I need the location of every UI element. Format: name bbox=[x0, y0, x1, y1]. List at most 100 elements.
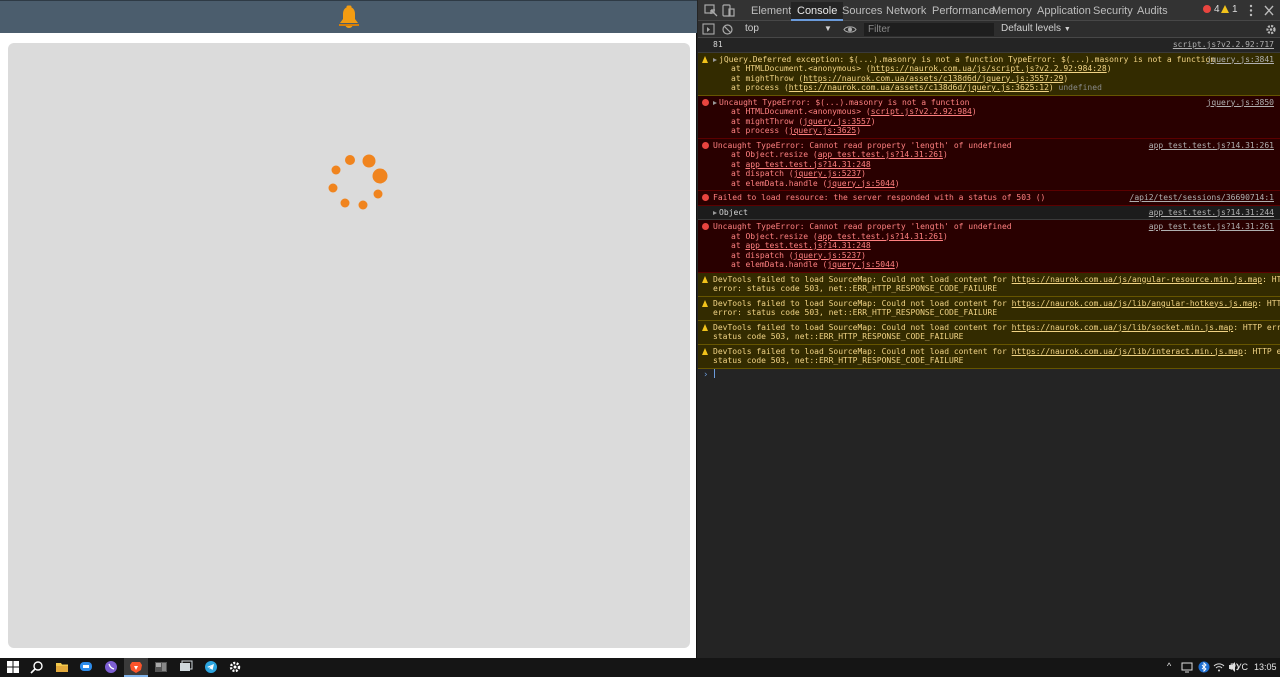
console-prompt[interactable]: › bbox=[698, 368, 1280, 381]
settings-icon[interactable] bbox=[228, 660, 242, 674]
stack-text: at bbox=[731, 241, 746, 250]
inspect-element-icon[interactable] bbox=[704, 4, 718, 17]
stack-link[interactable]: script.js?v2.2.92:984 bbox=[871, 107, 972, 116]
loading-spinner bbox=[328, 154, 388, 210]
error-icon bbox=[702, 223, 709, 230]
language-indicator[interactable]: РУС bbox=[1230, 662, 1248, 672]
console-warning-row: jQuery.Deferred exception: $(...).masonr… bbox=[698, 52, 1280, 96]
log-levels-dropdown[interactable]: Default levels ▼ bbox=[1001, 23, 1071, 34]
stack-text: at elemData.handle ( bbox=[731, 178, 828, 188]
expand-triangle-icon[interactable] bbox=[713, 57, 717, 62]
stack-link[interactable]: https://naurok.com.ua/assets/c138d6d/jqu… bbox=[789, 83, 1049, 92]
warning-message: error: status code 503, net::ERR_HTTP_RE… bbox=[713, 284, 998, 293]
stack-text: at bbox=[731, 159, 746, 169]
source-link[interactable]: app_test.test.js?14.31:261 bbox=[1149, 141, 1274, 151]
wifi-icon[interactable] bbox=[1213, 661, 1225, 673]
warning-message: : HTTP bbox=[1262, 274, 1280, 284]
console-error-row: Uncaught TypeError: Cannot read property… bbox=[698, 220, 1280, 273]
sidebar-toggle-icon[interactable] bbox=[702, 23, 716, 36]
stack-text: at dispatch ( bbox=[731, 250, 794, 260]
console-error-row: Uncaught TypeError: $(...).masonry is no… bbox=[698, 95, 1280, 139]
stack-link[interactable]: https://naurok.com.ua/js/script.js?v2.2.… bbox=[871, 64, 1107, 73]
source-link[interactable]: script.js?v2.2.92:717 bbox=[1173, 40, 1274, 50]
source-link[interactable]: app_test.test.js?14.31:244 bbox=[1149, 208, 1274, 218]
expand-triangle-icon[interactable] bbox=[713, 210, 717, 215]
telegram-icon[interactable] bbox=[204, 660, 218, 674]
page-header bbox=[0, 0, 697, 33]
eye-icon[interactable] bbox=[843, 23, 857, 36]
sourcemap-link[interactable]: https://naurok.com.ua/js/angular-resourc… bbox=[1012, 275, 1262, 284]
clock[interactable]: 13:05 bbox=[1254, 662, 1277, 672]
brave-browser-icon[interactable] bbox=[129, 660, 143, 674]
stack-text: at process ( bbox=[731, 83, 789, 92]
stack-link[interactable]: jquery.js:5237 bbox=[794, 251, 861, 260]
sourcemap-link[interactable]: https://naurok.com.ua/js/lib/socket.min.… bbox=[1012, 323, 1234, 332]
warning-message: status code 503, net::ERR_HTTP_RESPONSE_… bbox=[713, 332, 964, 341]
filter-input[interactable] bbox=[864, 23, 994, 36]
source-link[interactable]: jquery.js:3841 bbox=[1207, 55, 1274, 65]
stack-text: ) bbox=[971, 107, 977, 116]
warning-message: DevTools failed to load SourceMap: Could… bbox=[713, 298, 1012, 308]
error-icon bbox=[702, 98, 709, 106]
expand-triangle-icon[interactable] bbox=[713, 100, 717, 105]
stack-link[interactable]: jquery.js:5044 bbox=[827, 179, 894, 188]
stack-link[interactable]: jquery.js:5237 bbox=[794, 169, 861, 178]
bell-icon[interactable] bbox=[338, 5, 360, 29]
stack-link[interactable]: jquery.js:3557 bbox=[803, 117, 870, 126]
warning-message: DevTools failed to load SourceMap: Could… bbox=[713, 274, 1012, 284]
console-error-row: Uncaught TypeError: Cannot read property… bbox=[698, 138, 1280, 191]
stack-link[interactable]: jquery.js:5044 bbox=[827, 260, 894, 269]
error-count-badge[interactable]: 4 bbox=[1203, 4, 1220, 15]
stack-link[interactable]: jquery.js:3625 bbox=[789, 126, 856, 135]
source-link[interactable]: app_test.test.js?14.31:261 bbox=[1149, 222, 1274, 232]
stack-text: ) bbox=[1063, 73, 1069, 83]
chat-icon[interactable] bbox=[79, 660, 93, 674]
stack-link[interactable]: app_test.test.js?14.31:248 bbox=[745, 241, 870, 250]
stack-link[interactable]: app_test.test.js?14.31:248 bbox=[745, 160, 870, 169]
viber-icon[interactable] bbox=[104, 660, 118, 674]
warning-message: DevTools failed to load SourceMap: Could… bbox=[713, 322, 1012, 332]
source-link[interactable]: jquery.js:3850 bbox=[1207, 98, 1274, 108]
levels-dropdown-arrow-icon: ▼ bbox=[1063, 26, 1071, 33]
close-icon[interactable] bbox=[1262, 4, 1276, 17]
clear-console-icon[interactable] bbox=[721, 23, 735, 36]
window-icon[interactable] bbox=[179, 660, 193, 674]
file-explorer-icon[interactable] bbox=[55, 660, 69, 674]
context-dropdown-arrow-icon[interactable]: ▼ bbox=[824, 24, 832, 33]
sourcemap-link[interactable]: https://naurok.com.ua/js/lib/angular-hot… bbox=[1012, 299, 1258, 308]
warning-count-badge[interactable]: 1 bbox=[1221, 4, 1238, 15]
log-levels-label: Default levels bbox=[1001, 23, 1062, 34]
context-selector[interactable]: top bbox=[745, 23, 759, 34]
console-object-row[interactable]: Object app_test.test.js?14.31:244 bbox=[698, 205, 1280, 220]
stack-link[interactable]: app_test.test.js?14.31:261 bbox=[818, 232, 943, 241]
source-link[interactable]: /api2/test/sessions/36690714:1 bbox=[1130, 193, 1275, 203]
search-icon[interactable] bbox=[30, 660, 44, 674]
prompt-chevron-icon: › bbox=[703, 369, 709, 380]
console-error-row: Failed to load resource: the server resp… bbox=[698, 191, 1280, 206]
warning-count: 1 bbox=[1232, 4, 1238, 15]
network-icon[interactable] bbox=[1181, 661, 1193, 673]
kebab-menu-icon[interactable] bbox=[1244, 4, 1258, 17]
app-icon[interactable] bbox=[154, 660, 168, 674]
warning-message: jQuery.Deferred exception: $(...).masonr… bbox=[719, 54, 1216, 64]
stack-text: at elemData.handle ( bbox=[731, 260, 828, 269]
tab-network[interactable]: Network bbox=[880, 2, 932, 21]
warning-icon bbox=[702, 323, 708, 331]
tab-audits[interactable]: Audits bbox=[1131, 2, 1174, 21]
windows-start-icon[interactable] bbox=[6, 660, 20, 674]
object-label: Object bbox=[719, 207, 748, 217]
stack-link[interactable]: app_test.test.js?14.31:261 bbox=[818, 150, 943, 159]
stack-link[interactable]: https://naurok.com.ua/assets/c138d6d/jqu… bbox=[803, 74, 1063, 83]
device-toolbar-icon[interactable] bbox=[721, 4, 735, 17]
warning-icon bbox=[702, 299, 708, 307]
tab-memory[interactable]: Memory bbox=[986, 2, 1038, 21]
return-value: undefined bbox=[1058, 83, 1102, 92]
settings-gear-icon[interactable] bbox=[1264, 23, 1278, 36]
tray-overflow-icon[interactable]: ^ bbox=[1167, 661, 1171, 671]
bluetooth-icon[interactable] bbox=[1198, 661, 1210, 673]
error-icon bbox=[702, 141, 709, 149]
stack-text: ) bbox=[1106, 64, 1112, 73]
error-count: 4 bbox=[1214, 4, 1220, 15]
stack-text: ) bbox=[870, 116, 876, 126]
sourcemap-link[interactable]: https://naurok.com.ua/js/lib/interact.mi… bbox=[1012, 347, 1243, 356]
